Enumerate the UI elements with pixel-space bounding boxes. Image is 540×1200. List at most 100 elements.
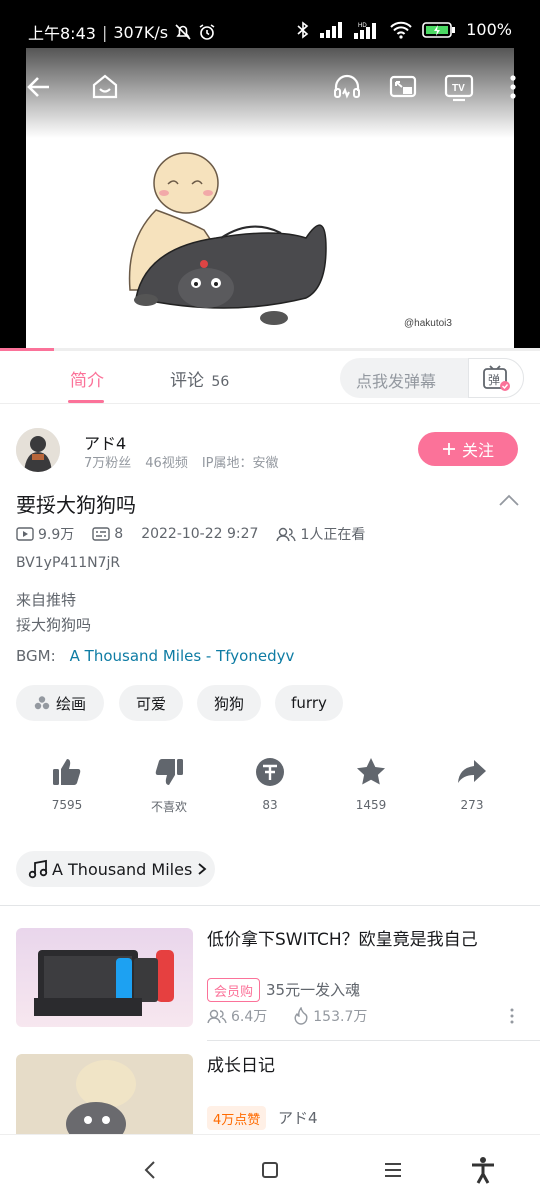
section-divider	[0, 905, 540, 906]
watching-icon	[276, 527, 297, 542]
watching-count: 1人正在看	[300, 527, 366, 543]
music-note-icon	[28, 859, 48, 879]
nav-back-icon[interactable]	[135, 1155, 165, 1185]
pip-icon[interactable]	[386, 70, 420, 104]
danmaku-icon: 弹	[483, 365, 510, 391]
rec-subtitle: 35元一发入魂	[266, 981, 361, 999]
bvid: BV1yP411N7jR	[16, 555, 121, 571]
danmaku-toggle-button[interactable]: 弹	[468, 358, 524, 398]
rec-meta: 6.4万 153.7万	[207, 1006, 367, 1026]
bgm-label: BGM:	[16, 647, 56, 665]
tag-label: 可爱	[135, 694, 166, 713]
uploader-meta: 7万粉丝 46视频 IP属地：安徽	[84, 452, 279, 471]
thumbs-up-icon	[53, 759, 81, 785]
back-icon[interactable]	[22, 70, 56, 104]
share-count: 273	[460, 798, 484, 812]
share-icon	[458, 760, 486, 783]
rec-separator	[207, 1040, 540, 1041]
svg-text:TV: TV	[452, 83, 465, 94]
status-time: 上午8:43	[28, 24, 96, 43]
dislike-button[interactable]: 不喜欢	[129, 756, 209, 815]
coin-button[interactable]: 83	[230, 756, 310, 812]
publish-date: 2022-10-22 9:27	[141, 526, 259, 542]
category-icon	[34, 696, 50, 710]
video-progress-bar[interactable]	[0, 348, 540, 351]
svg-text:HD: HD	[358, 23, 367, 29]
desc-line-2: 挼大狗狗吗	[16, 616, 92, 634]
video-stats: 9.9万 8 2022-10-22 9:27 1人正在看	[16, 524, 365, 544]
chevron-right-icon	[198, 863, 207, 875]
coin-icon	[256, 758, 284, 786]
tab-intro[interactable]: 简介	[70, 366, 104, 391]
battery-icon	[422, 21, 456, 38]
tab-comments-count: 56	[211, 374, 230, 390]
nav-home-icon[interactable]	[255, 1155, 285, 1185]
tag-label: furry	[291, 694, 327, 712]
favorite-button[interactable]: 1459	[331, 756, 411, 812]
nav-menu-icon[interactable]	[378, 1155, 408, 1185]
uploader-name[interactable]: アド4	[84, 430, 126, 454]
flame-icon	[294, 1007, 308, 1025]
rec-thumbnail[interactable]	[16, 928, 193, 1027]
like-count: 7595	[51, 798, 83, 812]
star-icon	[357, 758, 385, 785]
wifi-icon	[390, 21, 412, 39]
rec-badge: 4万点赞	[207, 1106, 267, 1130]
share-button[interactable]: 273	[432, 756, 512, 812]
desc-line-1: 来自推特	[16, 591, 77, 609]
more-vertical-icon[interactable]	[496, 70, 530, 104]
tab-intro-label: 简介	[70, 371, 104, 391]
follow-label: 关注	[461, 441, 494, 460]
danmaku-count-icon	[92, 527, 110, 541]
music-pill[interactable]: A Thousand Miles	[16, 851, 215, 887]
uploader-ip: IP属地：安徽	[201, 456, 279, 471]
uploader-fans: 7万粉丝	[84, 456, 132, 471]
home-icon[interactable]	[88, 70, 122, 104]
video-player[interactable]: @hakutoi3 TV	[0, 48, 540, 350]
status-net-speed: 307K/s	[113, 22, 169, 42]
tag-furry[interactable]: furry	[275, 685, 343, 721]
status-divider: |	[101, 22, 108, 42]
tab-comments[interactable]: 评论 56	[170, 366, 229, 391]
rec-thumbnail[interactable]	[16, 1054, 193, 1134]
bluetooth-icon	[297, 20, 309, 39]
listen-mode-icon[interactable]	[330, 70, 364, 104]
tab-bar: 简介 评论 56 点我发弹幕 弹	[0, 352, 540, 404]
more-options-icon[interactable]	[508, 1008, 516, 1028]
silent-bell-icon	[175, 24, 191, 40]
danmaku-input[interactable]: 点我发弹幕 弹	[340, 358, 524, 398]
tag-label: 狗狗	[213, 694, 244, 713]
plus-icon	[442, 443, 455, 455]
tab-comments-label: 评论	[170, 371, 204, 391]
battery-level: 100%	[466, 20, 512, 39]
signal-hd-icon: HD	[354, 22, 377, 39]
favorite-count: 1459	[355, 798, 387, 812]
status-right: HD 100%	[296, 20, 512, 39]
collapse-chevron-icon[interactable]	[498, 492, 520, 511]
accessibility-icon[interactable]	[468, 1155, 498, 1185]
tab-active-indicator	[68, 400, 104, 403]
video-watermark: @hakutoi3	[404, 318, 452, 329]
danmaku-placeholder: 点我发弹幕	[356, 372, 437, 391]
tag-doggy[interactable]: 狗狗	[197, 685, 261, 721]
video-description: 来自推特 挼大狗狗吗	[16, 588, 91, 638]
view-count: 9.9万	[38, 527, 75, 543]
rec-title[interactable]: 成长日记	[207, 1054, 517, 1078]
status-bar: 上午8:43 | 307K/s HD 100%	[0, 0, 540, 48]
rec-title[interactable]: 低价拿下SWITCH？欧皇竟是我自己	[207, 928, 517, 952]
rec-hot: 153.7万	[313, 1009, 368, 1025]
avatar[interactable]	[16, 428, 60, 472]
rec-viewers: 6.4万	[231, 1009, 268, 1025]
viewers-icon	[207, 1009, 227, 1024]
follow-button[interactable]: 关注	[418, 432, 518, 466]
tag-label: 绘画	[55, 694, 86, 713]
tag-painting[interactable]: 绘画	[16, 685, 104, 721]
system-nav-bar	[0, 1134, 540, 1200]
tv-cast-icon[interactable]: TV	[442, 70, 476, 104]
tag-cute[interactable]: 可爱	[119, 685, 183, 721]
like-button[interactable]: 7595	[27, 756, 107, 812]
danmaku-button-label: 弹	[488, 373, 500, 387]
video-title: 要挼大狗狗吗	[16, 493, 136, 517]
bgm-link[interactable]: A Thousand Miles - Tfyonedyv	[70, 647, 295, 665]
coin-count: 83	[262, 798, 278, 812]
